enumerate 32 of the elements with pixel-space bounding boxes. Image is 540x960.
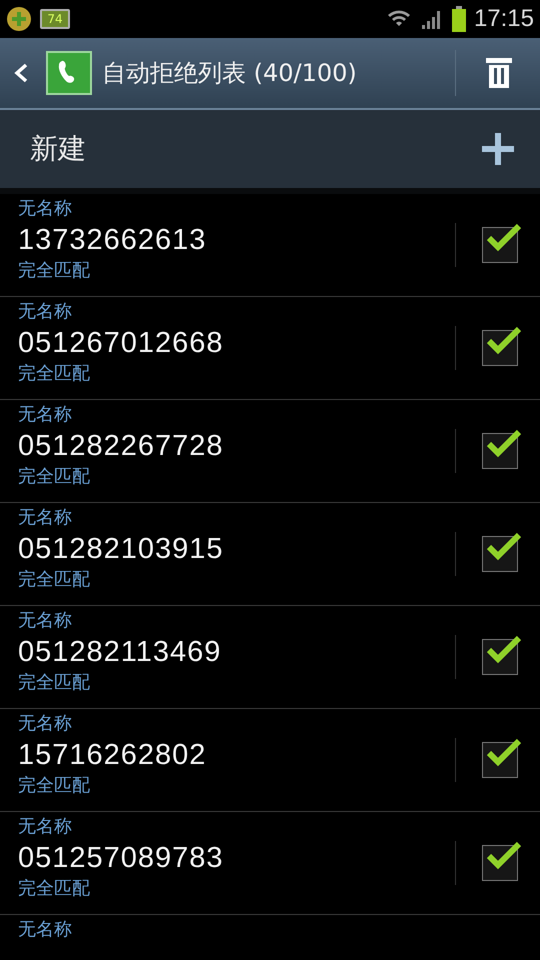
back-icon[interactable] (14, 63, 28, 83)
phone-number: 051267012668 (18, 326, 225, 361)
phone-number: 051282103915 (18, 532, 225, 567)
contact-name: 无名称 (18, 610, 73, 632)
match-type: 完全匹配 (18, 569, 91, 591)
phone-number: 15716262802 (18, 738, 208, 773)
phone-number: 051257089783 (18, 841, 225, 876)
contact-name: 无名称 (18, 301, 73, 323)
phone-number: 13732662613 (18, 223, 208, 258)
match-type: 完全匹配 (18, 260, 91, 282)
match-type: 完全匹配 (18, 363, 91, 385)
clock-time: 17:15 (474, 5, 534, 33)
match-type: 完全匹配 (18, 878, 91, 900)
battery-notification-icon: 74 (40, 9, 70, 29)
screen-title: 自动拒绝列表 (40/100) (102, 58, 358, 89)
delete-icon[interactable] (486, 58, 512, 88)
phone-number: 051282113469 (18, 635, 222, 670)
contact-name: 无名称 (18, 198, 73, 220)
new-entry-button[interactable]: 新建 (0, 110, 540, 194)
contact-name: 无名称 (18, 713, 73, 735)
contact-name: 无名称 (18, 816, 73, 838)
match-type: 完全匹配 (18, 672, 91, 694)
battery-icon (452, 6, 466, 32)
contact-name: 无名称 (18, 919, 73, 941)
contact-name: 无名称 (18, 404, 73, 426)
match-type: 完全匹配 (18, 466, 91, 488)
add-icon (482, 133, 514, 165)
contact-name: 无名称 (18, 507, 73, 529)
app-notification-icon (6, 6, 32, 32)
phone-app-icon (46, 51, 92, 95)
phone-number: 051282267728 (18, 429, 225, 464)
match-type: 完全匹配 (18, 775, 91, 797)
